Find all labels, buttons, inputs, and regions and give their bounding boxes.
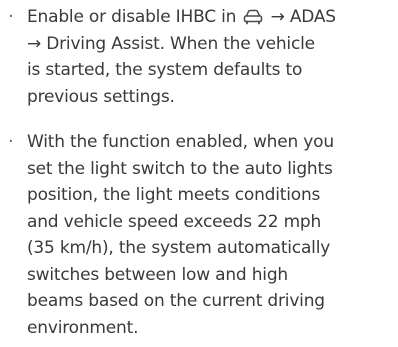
text-line: beams based on the current driving <box>27 291 325 311</box>
text-segment: → ADAS <box>265 7 336 27</box>
bullet-marker: · <box>8 131 14 152</box>
text-line: previous settings. <box>27 86 175 107</box>
text-line: is started, the system defaults to <box>27 60 303 80</box>
bullet-text: With the function enabled, when you set … <box>27 129 383 341</box>
car-icon <box>243 9 263 25</box>
bullet-marker: · <box>8 6 14 27</box>
text-line: → Driving Assist. When the vehicle <box>27 33 315 54</box>
text-line: (35 km/h), the system automatically <box>27 238 331 258</box>
text-line: environment. <box>27 317 139 338</box>
text-line: position, the light meets conditions <box>27 185 321 205</box>
manual-page: · Enable or disable IHBC in → ADAS → Dri… <box>0 0 398 347</box>
bullet-text: Enable or disable IHBC in → ADAS → Drivi… <box>27 4 383 110</box>
text-line: switches between low and high <box>27 264 288 285</box>
text-segment: Enable or disable IHBC in <box>27 7 242 27</box>
text-line: set the light switch to the auto lights <box>27 158 333 179</box>
text-line: Enable or disable IHBC in → ADAS <box>27 4 383 31</box>
text-line: and vehicle speed exceeds 22 mph <box>27 211 322 232</box>
text-line: With the function enabled, when you <box>27 132 334 152</box>
